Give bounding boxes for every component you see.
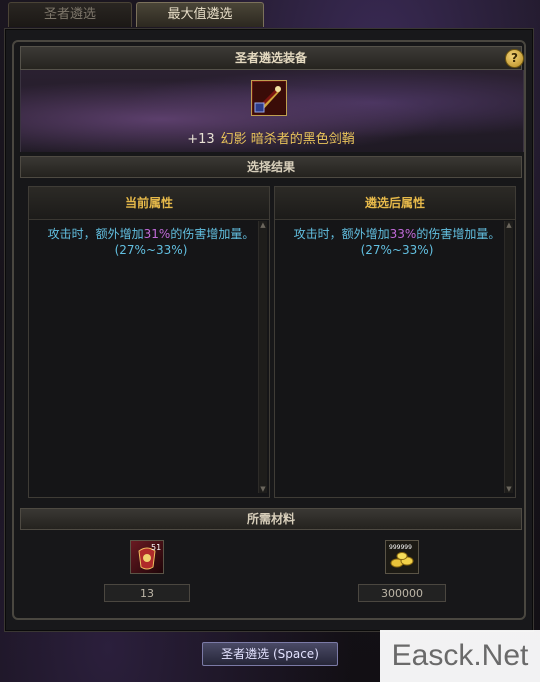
after-attributes-panel: 遴选后属性 攻击时，额外增加33%的伤害增加量。(27%~33%) ▲ ▼	[274, 186, 516, 498]
tab-saint-selection[interactable]: 圣者遴选	[8, 2, 132, 27]
item-name: +13 幻影 暗杀者的黑色剑鞘	[20, 128, 522, 147]
crest-material-icon[interactable]: 51	[130, 540, 164, 574]
saint-selection-button[interactable]: 圣者遴选 (Space)	[202, 642, 338, 666]
gold-count: 300000	[358, 584, 446, 602]
gold-coins-icon[interactable]: 999999	[385, 540, 419, 574]
scroll-up-icon[interactable]: ▲	[505, 221, 513, 229]
scroll-down-icon[interactable]: ▼	[259, 485, 267, 493]
tab-bar: 圣者遴选 最大值遴选	[8, 2, 264, 28]
current-scrollbar[interactable]: ▲ ▼	[258, 221, 267, 493]
after-value-highlight: 33%	[389, 227, 417, 241]
current-text-before: 攻击时，额外增加	[47, 227, 144, 241]
watermark: Easck.Net	[380, 630, 540, 682]
materials-section-title: 所需材料	[20, 508, 522, 530]
tab-max-value-selection[interactable]: 最大值遴选	[136, 2, 264, 27]
item-title: 幻影 暗杀者的黑色剑鞘	[220, 132, 355, 147]
result-section-title: 选择结果	[20, 156, 522, 178]
after-attributes-title: 遴选后属性	[275, 187, 515, 220]
enhance-level: +13	[187, 132, 215, 147]
current-attributes-panel: 当前属性 攻击时，额外增加31%的伤害增加量。(27%~33%) ▲ ▼	[28, 186, 270, 498]
gold-graphic-icon: 999999	[389, 544, 414, 568]
gold-badge: 999999	[389, 544, 412, 551]
scroll-down-icon[interactable]: ▼	[505, 485, 513, 493]
sheath-graphic-icon	[253, 82, 285, 114]
crest-material-count: 13	[104, 584, 190, 602]
sheath-item-icon[interactable]	[251, 80, 287, 116]
current-attributes-text: 攻击时，额外增加31%的伤害增加量。(27%~33%)	[29, 220, 269, 258]
crest-badge: 51	[151, 543, 161, 552]
panel-title: 圣者遴选装备	[20, 46, 522, 70]
scroll-up-icon[interactable]: ▲	[259, 221, 267, 229]
current-value-highlight: 31%	[143, 227, 171, 241]
help-icon[interactable]: ?	[505, 49, 524, 68]
crest-graphic-icon: 51	[138, 543, 161, 570]
after-text-before: 攻击时，额外增加	[293, 227, 390, 241]
after-attributes-text: 攻击时，额外增加33%的伤害增加量。(27%~33%)	[275, 220, 515, 258]
current-attributes-title: 当前属性	[29, 187, 269, 220]
after-scrollbar[interactable]: ▲ ▼	[504, 221, 513, 493]
